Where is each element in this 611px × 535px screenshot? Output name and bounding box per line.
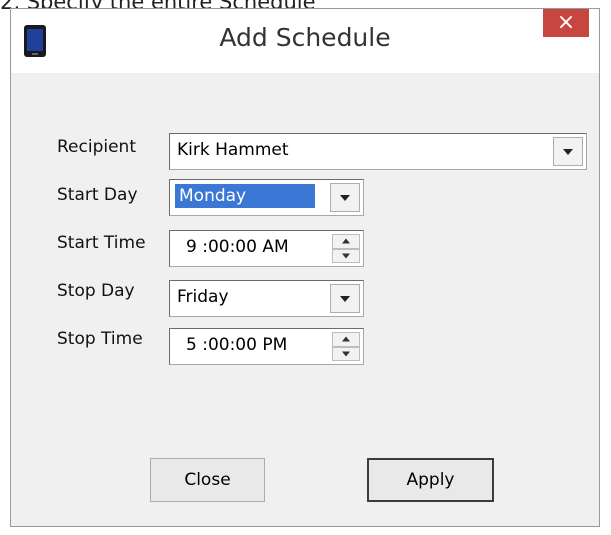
start-day-dropdown-button[interactable]: [330, 183, 360, 212]
close-icon: ×: [556, 10, 576, 35]
stop-day-label: Stop Day: [57, 281, 135, 301]
recipient-value: Kirk Hammet: [177, 140, 289, 160]
recipient-dropdown-button[interactable]: [553, 137, 583, 166]
stop-time-value: 5 :00:00 PM: [186, 335, 288, 355]
stop-time-label: Stop Time: [57, 329, 143, 349]
start-time-picker[interactable]: 9 :00:00 AM: [169, 230, 364, 267]
arrow-up-icon: [342, 238, 350, 244]
start-day-dropdown[interactable]: Monday: [169, 179, 364, 216]
stop-day-value: Friday: [177, 287, 229, 307]
start-day-label: Start Day: [57, 185, 138, 205]
stop-time-picker[interactable]: 5 :00:00 PM: [169, 328, 364, 365]
start-time-value: 9 :00:00 AM: [186, 237, 289, 257]
stop-day-dropdown-button[interactable]: [330, 284, 360, 313]
start-time-label: Start Time: [57, 233, 146, 253]
arrow-down-icon: [342, 253, 350, 259]
chevron-down-icon: [340, 194, 350, 201]
chevron-down-icon: [340, 295, 350, 302]
start-time-decrement[interactable]: [332, 248, 360, 263]
chevron-down-icon: [563, 148, 573, 155]
arrow-down-icon: [342, 351, 350, 357]
apply-button[interactable]: Apply: [367, 458, 494, 502]
close-button[interactable]: Close: [150, 458, 265, 502]
start-time-increment[interactable]: [332, 234, 360, 249]
arrow-up-icon: [342, 336, 350, 342]
stop-time-increment[interactable]: [332, 332, 360, 347]
title-bar[interactable]: Add Schedule ×: [11, 9, 599, 73]
close-window-button[interactable]: ×: [543, 9, 589, 37]
stop-time-decrement[interactable]: [332, 346, 360, 361]
dialog-body: Recipient Kirk Hammet Start Day Monday S…: [21, 73, 589, 516]
start-time-spinner[interactable]: [332, 234, 360, 263]
recipient-label: Recipient: [57, 137, 136, 157]
add-schedule-dialog: Add Schedule × Recipient Kirk Hammet Sta…: [10, 8, 600, 527]
recipient-dropdown[interactable]: Kirk Hammet: [169, 133, 587, 170]
stop-time-spinner[interactable]: [332, 332, 360, 361]
start-day-value: Monday: [175, 184, 315, 208]
stop-day-dropdown[interactable]: Friday: [169, 280, 364, 317]
dialog-title: Add Schedule: [219, 23, 391, 52]
